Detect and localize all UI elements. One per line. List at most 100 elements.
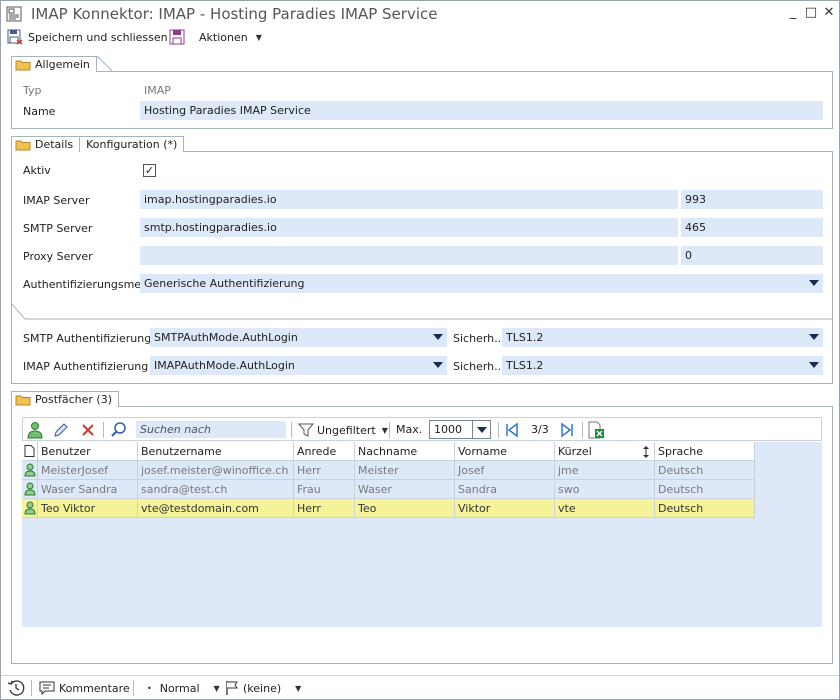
smtp-server-label: SMTP Server (23, 222, 93, 235)
imap-auth-combo[interactable]: IMAPAuthMode.AuthLogin (150, 356, 447, 375)
history-icon[interactable] (7, 679, 25, 697)
table-row-selected[interactable]: Teo Viktor vte@testdomain.com Herr Teo V… (22, 499, 755, 518)
imap-server-field[interactable]: imap.hostingparadies.io (140, 190, 678, 209)
toolbar-separator (582, 422, 583, 438)
section-separator (11, 302, 833, 320)
status-separator (133, 680, 134, 696)
filter-dropdown[interactable]: Ungefiltert ▼ (298, 421, 388, 439)
document-icon (24, 445, 35, 457)
auth-method-value: Generische Authentifizierung (144, 277, 305, 290)
last-page-icon[interactable] (558, 421, 576, 439)
imap-port-field[interactable]: 993 (681, 190, 823, 209)
smtp-security-label: Sicherh... (453, 332, 505, 345)
imap-auth-value: IMAPAuthMode.AuthLogin (154, 359, 295, 372)
active-checkbox[interactable]: ✓ (143, 164, 156, 177)
smtp-security-value: TLS1.2 (506, 331, 544, 344)
flag-label: (keine) (243, 681, 282, 695)
general-group (11, 71, 833, 129)
type-label: Typ (23, 84, 42, 97)
imap-server-label: IMAP Server (23, 194, 90, 207)
cell-vorname: Sandra (455, 480, 555, 499)
chevron-down-icon: ▼ (295, 683, 302, 693)
cell-nachname: Waser (355, 480, 455, 499)
mailbox-grid: Benutzer Benutzername Anrede Nachname Vo… (22, 442, 822, 627)
column-header-kuerzel[interactable]: Kürzel (555, 442, 655, 461)
dropdown-arrow-icon[interactable] (809, 362, 819, 368)
chevron-down-icon: ▼ (213, 683, 220, 693)
actions-menu-button[interactable]: Aktionen ▼ (169, 28, 262, 46)
search-icon[interactable] (110, 421, 128, 439)
connector-window: IMAP Konnektor: IMAP - Hosting Paradies … (0, 0, 840, 700)
tab-slant (96, 56, 113, 72)
general-tabrow: Allgemein (11, 54, 113, 72)
main-toolbar: Speichern und schliessen Aktionen ▼ (1, 27, 839, 47)
dropdown-arrow-icon[interactable] (433, 362, 443, 368)
column-header-nachname[interactable]: Nachname (355, 442, 455, 461)
filter-funnel-icon (298, 423, 314, 437)
dropdown-arrow-icon[interactable] (809, 334, 819, 340)
search-input[interactable]: Suchen nach (136, 421, 286, 438)
dropdown-arrow-icon[interactable] (809, 280, 819, 286)
priority-dot-icon: • (147, 683, 152, 693)
add-user-icon[interactable] (26, 421, 44, 439)
cell-benutzername: sandra@test.ch (138, 480, 294, 499)
tab-configuration[interactable]: Konfiguration (*) (80, 136, 185, 152)
auth-method-label: Authentifizierungsme... (23, 278, 152, 291)
mailbox-list-toolbar: Suchen nach Ungefiltert ▼ Max. 1000 3/3 (22, 417, 822, 441)
dropdown-arrow-icon[interactable] (433, 334, 443, 340)
tab-details[interactable]: Details (11, 136, 81, 152)
smtp-auth-combo[interactable]: SMTPAuthMode.AuthLogin (150, 328, 447, 347)
tab-general[interactable]: Allgemein (11, 56, 97, 72)
chevron-down-icon: ▼ (255, 32, 262, 42)
maximize-button[interactable]: □ (804, 5, 818, 21)
table-row[interactable]: Waser Sandra sandra@test.ch Frau Waser S… (22, 480, 755, 499)
toolbar-separator (498, 422, 499, 438)
column-header-vorname[interactable]: Vorname (455, 442, 555, 461)
tab-mailboxes-label: Postfächer (3) (35, 393, 113, 406)
imap-security-value: TLS1.2 (506, 359, 544, 372)
cell-sprache: Deutsch (655, 461, 755, 480)
user-icon (22, 461, 38, 480)
column-header-kuerzel-label: Kürzel (558, 445, 592, 458)
active-label: Aktiv (23, 164, 51, 177)
details-group (11, 151, 833, 384)
imap-auth-label: IMAP Authentifizierung (23, 360, 149, 373)
delete-icon[interactable] (79, 421, 97, 439)
priority-dropdown[interactable]: • Normal ▼ (147, 680, 220, 696)
table-row[interactable]: MeisterJosef josef.meister@winoffice.ch … (22, 461, 755, 480)
column-header-anrede[interactable]: Anrede (294, 442, 355, 461)
tab-mailboxes[interactable]: Postfächer (3) (11, 391, 120, 407)
status-separator (31, 680, 32, 696)
status-bar: Kommentare • Normal ▼ (keine) ▼ (1, 675, 839, 699)
cell-vorname: Viktor (455, 499, 555, 518)
cell-kuerzel: jme (555, 461, 655, 480)
imap-security-combo[interactable]: TLS1.2 (502, 356, 823, 375)
smtp-server-field[interactable]: smtp.hostingparadies.io (140, 218, 678, 237)
auth-method-combo[interactable]: Generische Authentifizierung (140, 274, 823, 293)
name-field[interactable]: Hosting Paradies IMAP Service (140, 101, 823, 120)
flag-dropdown[interactable]: (keine) ▼ (225, 680, 301, 696)
window-title: IMAP Konnektor: IMAP - Hosting Paradies … (31, 5, 438, 23)
save-close-button[interactable]: Speichern und schliessen (7, 28, 168, 46)
dropdown-arrow-icon (477, 427, 487, 433)
minimize-button[interactable]: _ (786, 5, 800, 21)
edit-pencil-icon[interactable] (52, 421, 70, 439)
max-label: Max. (396, 423, 423, 436)
cell-vorname: Josef (455, 461, 555, 480)
smtp-port-field[interactable]: 465 (681, 218, 823, 237)
column-header-benutzername[interactable]: Benutzername (138, 442, 294, 461)
proxy-server-field[interactable] (140, 246, 678, 265)
close-button[interactable]: ✕ (822, 5, 836, 21)
priority-label: Normal (159, 681, 200, 695)
comments-button[interactable]: Kommentare (39, 680, 130, 696)
smtp-security-combo[interactable]: TLS1.2 (502, 328, 823, 347)
cell-anrede: Herr (294, 461, 355, 480)
column-header-sprache[interactable]: Sprache (655, 442, 755, 461)
cell-nachname: Teo (355, 499, 455, 518)
column-header-benutzer[interactable]: Benutzer (38, 442, 138, 461)
title-bar: IMAP Konnektor: IMAP - Hosting Paradies … (1, 1, 839, 27)
first-page-icon[interactable] (503, 421, 521, 439)
proxy-port-field[interactable]: 0 (681, 246, 823, 265)
max-rows-dropdown[interactable] (472, 421, 490, 438)
excel-export-icon[interactable] (587, 421, 605, 439)
